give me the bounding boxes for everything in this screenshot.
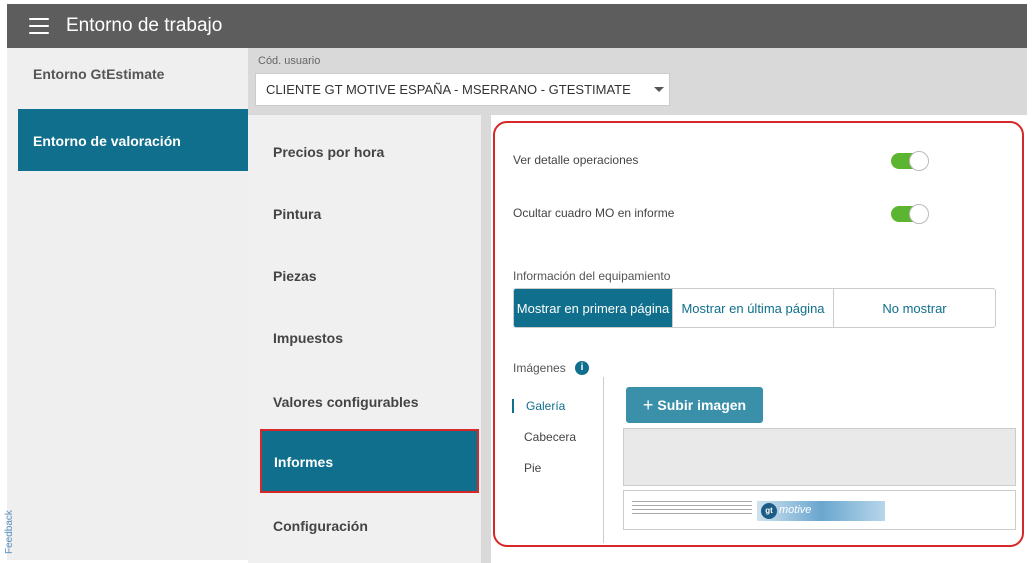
app-title: Entorno de trabajo [66,15,223,36]
settings-item-valores-configurables[interactable]: Valores configurables [248,394,481,410]
plus-icon: + [642,394,654,415]
settings-item-impuestos[interactable]: Impuestos [248,330,481,346]
info-icon[interactable]: i [575,361,589,375]
user-code-select[interactable]: CLIENTE GT MOTIVE ESPAÑA - MSERRANO - GT… [255,73,670,106]
equipment-segmented-control: Mostrar en primera página Mostrar en últ… [513,288,996,328]
images-label: Imágenes [513,361,566,375]
logo-wordmark: motive [779,504,812,516]
option-no-mostrar[interactable]: No mostrar [834,289,995,327]
column-divider [481,115,491,563]
settings-nav: Precios por hora Pintura Piezas Impuesto… [248,115,481,563]
feedback-tab[interactable]: Feedback [4,496,18,556]
tab-galeria[interactable]: Galería [512,399,565,413]
equipment-info-label: Información del equipamiento [513,269,671,283]
menu-icon[interactable] [29,18,49,34]
settings-item-configuracion[interactable]: Configuración [248,518,481,534]
image-thumbnail[interactable]: gt motive [623,490,1016,530]
upload-image-button[interactable]: + Subir imagen [626,387,763,423]
option-ultima-pagina[interactable]: Mostrar en última página [673,289,834,327]
tab-pie[interactable]: Pie [512,461,541,475]
upload-image-label: Subir imagen [657,397,747,413]
toggle-label-ocultar-cuadro: Ocultar cuadro MO en informe [513,206,675,220]
nav-item-entorno-valoracion[interactable]: Entorno de valoración [18,109,248,171]
option-primera-pagina[interactable]: Mostrar en primera página [514,289,673,327]
settings-item-precios-hora[interactable]: Precios por hora [248,144,481,160]
toggle-label-ver-detalle: Ver detalle operaciones [513,153,639,167]
tab-cabecera[interactable]: Cabecera [512,430,576,444]
chevron-down-icon [654,87,664,92]
settings-item-pintura[interactable]: Pintura [248,206,481,222]
user-code-value: CLIENTE GT MOTIVE ESPAÑA - MSERRANO - GT… [266,82,631,97]
settings-item-informes[interactable]: Informes [260,429,479,493]
toggle-ver-detalle-operaciones[interactable] [891,151,929,171]
toggle-ocultar-cuadro-mo[interactable] [891,204,929,224]
top-bar: Entorno de trabajo [7,4,1027,48]
settings-item-piezas[interactable]: Piezas [248,268,481,284]
feedback-label: Feedback [4,510,15,554]
logo-mark: gt [761,503,777,519]
user-selector-area: Cód. usuario CLIENTE GT MOTIVE ESPAÑA - … [248,48,1027,115]
nav-item-entorno-gtestimate[interactable]: Entorno GtEstimate [18,66,248,82]
tabs-separator [603,377,604,543]
left-sidebar: Entorno GtEstimate Entorno de valoración [7,48,248,560]
gt-motive-logo: gt motive [757,501,885,521]
image-placeholder[interactable] [623,428,1016,486]
report-settings-panel: Ver detalle operaciones Ocultar cuadro M… [493,121,1024,547]
fine-print-text [632,501,752,521]
user-code-label: Cód. usuario [258,55,321,67]
